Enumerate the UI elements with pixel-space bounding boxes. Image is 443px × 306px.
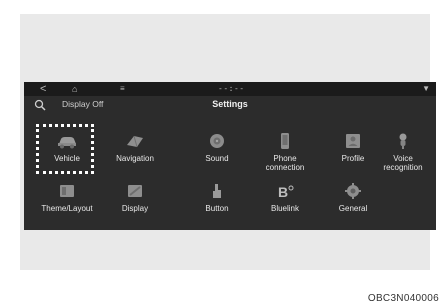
gear-icon — [345, 183, 361, 199]
bluelink-label: Bluelink — [270, 204, 299, 213]
navigation-icon — [127, 135, 143, 148]
button-icon — [213, 184, 221, 198]
general-menu-item[interactable]: General — [320, 182, 386, 213]
button-label: Button — [205, 204, 229, 213]
profile-icon — [346, 134, 360, 148]
voice-recognition-menu-item[interactable]: Voice recognition — [370, 132, 436, 172]
svg-text:B: B — [278, 184, 288, 200]
menu-icon[interactable]: ≡ — [120, 82, 125, 96]
phone-connection-label: Phone connection — [265, 154, 305, 172]
navigation-label: Navigation — [116, 154, 154, 163]
theme-layout-label: Theme/Layout — [41, 204, 93, 213]
theme-icon — [60, 185, 74, 197]
display-icon — [128, 185, 142, 197]
phone-connection-menu-item[interactable]: Phone connection — [252, 132, 318, 172]
back-icon[interactable]: < — [40, 82, 46, 96]
clock: --:-- — [218, 84, 245, 93]
signal-icon: ▼ — [422, 84, 430, 93]
phone-icon — [281, 133, 289, 149]
display-menu-item[interactable]: Display — [102, 182, 168, 213]
voice-recognition-label: Voice recognition — [383, 154, 423, 172]
page-title: Settings — [212, 99, 248, 109]
bluelink-icon: B — [278, 184, 294, 200]
button-menu-item[interactable]: Button — [184, 182, 250, 213]
status-bar: < ⌂ ≡ --:-- ▼ — [24, 82, 436, 96]
general-label: General — [338, 204, 368, 213]
sound-menu-item[interactable]: Sound — [184, 132, 250, 163]
speaker-icon — [210, 134, 224, 148]
vehicle-highlight-box — [36, 124, 94, 174]
navigation-menu-item[interactable]: Navigation — [102, 132, 168, 163]
theme-layout-menu-item[interactable]: Theme/Layout — [34, 182, 100, 213]
bluelink-menu-item[interactable]: B Bluelink — [252, 182, 318, 213]
figure-code: OBC3N040006 — [367, 293, 439, 304]
microphone-icon — [399, 133, 407, 149]
infotainment-screen: < ⌂ ≡ --:-- ▼ Display Off Settings Vehic… — [24, 82, 436, 230]
sound-label: Sound — [205, 154, 229, 163]
display-label: Display — [121, 204, 149, 213]
home-icon[interactable]: ⌂ — [72, 82, 77, 96]
title-bar: Display Off Settings — [24, 96, 436, 114]
